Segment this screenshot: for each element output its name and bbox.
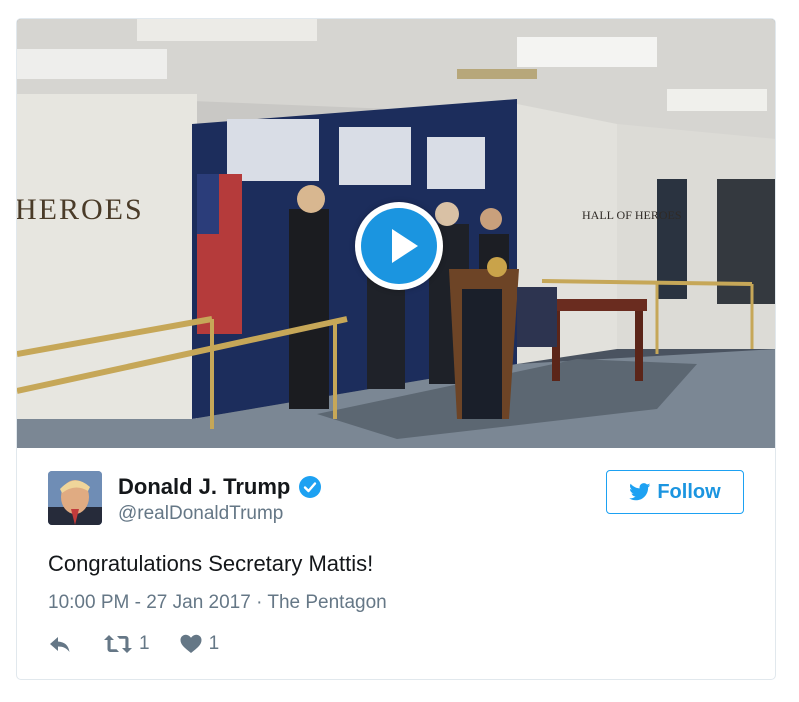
wall-sign-hall-of-heroes: HALL OF HEROES bbox=[582, 208, 682, 222]
tweet-text: Congratulations Secretary Mattis! bbox=[48, 551, 374, 576]
like-count: 1 bbox=[208, 633, 220, 654]
tweet-actions: 1 1 bbox=[48, 631, 219, 657]
retweet-count: 1 bbox=[139, 633, 150, 654]
display-name[interactable]: Donald J. Trump bbox=[118, 474, 290, 500]
like-button[interactable]: 1 bbox=[180, 633, 220, 655]
reply-button[interactable] bbox=[48, 634, 72, 654]
retweet-icon bbox=[104, 635, 132, 653]
author-name-row[interactable]: Donald J. Trump bbox=[118, 474, 322, 500]
play-button[interactable] bbox=[355, 202, 443, 290]
follow-label: Follow bbox=[657, 480, 721, 503]
heart-icon bbox=[180, 634, 202, 653]
video-thumbnail[interactable]: HEROES HALL OF HEROES bbox=[17, 19, 775, 448]
avatar[interactable] bbox=[48, 471, 102, 525]
author-handle[interactable]: @realDonaldTrump bbox=[118, 503, 283, 525]
reply-icon bbox=[50, 637, 70, 652]
wall-sign-heroes: HEROES bbox=[17, 193, 144, 226]
play-icon bbox=[392, 229, 418, 263]
retweet-button[interactable]: 1 bbox=[104, 633, 150, 655]
tweet-timestamp[interactable]: 10:00 PM - 27 Jan 2017 · The Pentagon bbox=[48, 592, 387, 614]
tweet-card: HEROES HALL OF HEROES Donald J. Trump @r… bbox=[16, 18, 776, 680]
verified-badge-icon bbox=[299, 476, 322, 498]
follow-button[interactable]: Follow bbox=[606, 470, 744, 514]
twitter-bird-icon bbox=[629, 483, 651, 501]
